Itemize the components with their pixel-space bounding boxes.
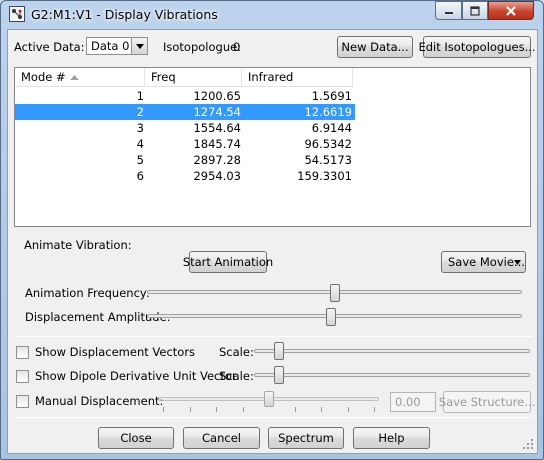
- displacement-amplitude-slider-thumb[interactable]: [326, 308, 336, 326]
- dialog-body: Active Data: Data 0 Isotopologue: 0 New …: [7, 29, 538, 454]
- infrared-cell: 12.6619: [304, 105, 352, 119]
- window-title: G2:M1:V1 - Display Vibrations: [31, 7, 218, 22]
- freq-cell: 1554.64: [193, 121, 241, 135]
- show-displacement-vectors-label: Show Displacement Vectors: [35, 345, 196, 359]
- mode-cell: 6: [136, 169, 144, 183]
- manual-displacement-value-field[interactable]: 0.00: [390, 392, 436, 412]
- table-row-selected[interactable]: 2 1274.54 12.6619: [15, 104, 355, 120]
- display-vibrations-window: G2:M1:V1 - Display Vibrations Active Dat…: [0, 0, 544, 460]
- divider: [14, 336, 533, 337]
- minimize-button[interactable]: [435, 1, 462, 20]
- vibration-modes-table[interactable]: Mode # Freq Infrared 1 1200.65 1.5691 2 …: [14, 67, 531, 227]
- slider-tick: [321, 407, 322, 412]
- infrared-cell: 6.9144: [311, 121, 352, 135]
- animation-frequency-slider-thumb[interactable]: [330, 284, 340, 302]
- column-header-freq[interactable]: Freq: [145, 68, 242, 87]
- show-displacement-vectors-checkbox[interactable]: [16, 346, 29, 359]
- edit-isotopologues-button[interactable]: Edit Isotopologues...: [418, 36, 536, 58]
- active-data-select[interactable]: Data 0: [86, 37, 148, 55]
- dipole-scale-label: Scale:: [219, 369, 254, 383]
- mode-cell: 4: [136, 137, 144, 151]
- column-header-freq-label: Freq: [151, 70, 176, 84]
- close-button[interactable]: Close: [98, 427, 174, 449]
- displacement-scale-label: Scale:: [219, 345, 254, 359]
- resize-grip-icon[interactable]: [522, 438, 534, 450]
- displacement-scale-slider-thumb[interactable]: [274, 342, 284, 360]
- infrared-cell: 1.5691: [311, 89, 352, 103]
- close-icon: [506, 5, 516, 16]
- mode-cell: 3: [136, 121, 144, 135]
- column-header-infrared-label: Infrared: [248, 70, 294, 84]
- slider-tick: [243, 407, 244, 412]
- mode-cell: 2: [136, 105, 144, 119]
- slider-tick: [190, 407, 191, 412]
- minimize-icon: [444, 11, 453, 14]
- mode-cell: 1: [136, 89, 144, 103]
- animation-frequency-label: Animation Frequency:: [25, 286, 150, 300]
- start-animation-button[interactable]: Start Animation: [183, 251, 273, 273]
- table-row[interactable]: 3 1554.64 6.9144: [15, 120, 355, 136]
- active-data-label: Active Data:: [14, 40, 85, 54]
- window-close-button[interactable]: [488, 1, 534, 20]
- freq-cell: 1274.54: [193, 105, 241, 119]
- show-dipole-derivative-label: Show Dipole Derivative Unit Vector: [35, 369, 237, 383]
- slider-tick: [295, 407, 296, 412]
- manual-displacement-checkbox[interactable]: [16, 395, 29, 408]
- show-dipole-derivative-checkbox[interactable]: [16, 370, 29, 383]
- slider-tick: [374, 407, 375, 412]
- freq-cell: 1845.74: [193, 137, 241, 151]
- save-structure-button[interactable]: Save Structure...: [439, 391, 535, 413]
- new-data-button[interactable]: New Data...: [337, 36, 413, 58]
- spectrum-button[interactable]: Spectrum: [268, 427, 344, 449]
- column-header-mode-label: Mode #: [21, 70, 66, 84]
- cancel-button[interactable]: Cancel: [183, 427, 260, 449]
- freq-cell: 2954.03: [193, 169, 241, 183]
- mode-cell: 5: [136, 153, 144, 167]
- chevron-down-icon: [131, 38, 147, 54]
- freq-cell: 1200.65: [193, 89, 241, 103]
- dipole-scale-slider[interactable]: [254, 373, 530, 377]
- maximize-button[interactable]: [462, 1, 488, 20]
- isotopologue-label: Isotopologue:: [163, 40, 242, 54]
- isotopologue-value: 0: [233, 40, 241, 54]
- title-bar[interactable]: G2:M1:V1 - Display Vibrations: [1, 1, 543, 29]
- manual-displacement-slider-thumb[interactable]: [264, 391, 274, 407]
- infrared-cell: 96.5342: [304, 137, 352, 151]
- table-row[interactable]: 5 2897.28 54.5173: [15, 152, 355, 168]
- infrared-cell: 54.5173: [304, 153, 352, 167]
- dipole-scale-slider-thumb[interactable]: [274, 366, 284, 384]
- slider-tick: [216, 407, 217, 412]
- chevron-down-icon: [514, 260, 521, 265]
- sort-ascending-icon: [70, 75, 79, 80]
- freq-cell: 2897.28: [193, 153, 241, 167]
- app-icon[interactable]: [9, 6, 25, 22]
- slider-tick: [163, 407, 164, 412]
- maximize-icon: [470, 5, 480, 16]
- animate-vibration-label: Animate Vibration:: [24, 238, 132, 252]
- infrared-cell: 159.3301: [297, 169, 352, 183]
- active-data-value: Data 0: [91, 39, 130, 53]
- displacement-scale-slider[interactable]: [254, 349, 530, 353]
- divider: [14, 417, 533, 418]
- slider-tick: [348, 407, 349, 412]
- column-header-mode[interactable]: Mode #: [15, 68, 145, 87]
- table-row[interactable]: 6 2954.03 159.3301: [15, 168, 355, 184]
- manual-displacement-label: Manual Displacement:: [35, 394, 164, 408]
- help-button[interactable]: Help: [353, 427, 430, 449]
- save-movie-button[interactable]: Save Movie...: [441, 251, 526, 273]
- column-header-infrared[interactable]: Infrared: [242, 68, 353, 87]
- table-row[interactable]: 1 1200.65 1.5691: [15, 88, 355, 104]
- table-row[interactable]: 4 1845.74 96.5342: [15, 136, 355, 152]
